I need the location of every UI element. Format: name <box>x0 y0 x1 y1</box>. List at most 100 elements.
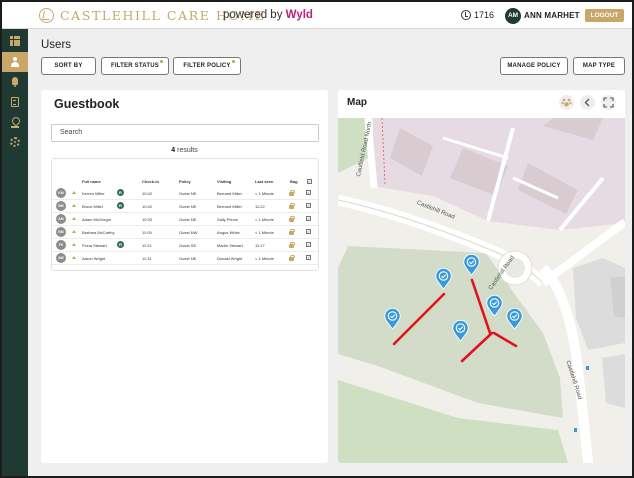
filter-status-button[interactable]: FILTER STATUS <box>101 57 169 75</box>
map-back-button[interactable] <box>580 95 595 110</box>
map-type-button[interactable]: MAP TYPE <box>573 57 625 75</box>
table-row[interactable]: KM Kerren Miller R 10:42 Guest NE Bernard Mil… <box>52 187 318 200</box>
visiting: Donald Wright <box>217 256 243 261</box>
column-header-bag[interactable]: Bag <box>290 179 298 184</box>
check-in-time: 10:42 <box>142 191 153 196</box>
table-row[interactable]: FS Fiona Stewart R 11:21 Guest SE Martin Stew… <box>52 239 318 252</box>
policy: Guest NW <box>179 230 198 235</box>
column-header-policy[interactable]: Policy <box>179 179 191 184</box>
guest-location-pin-icon[interactable] <box>452 319 469 342</box>
powered-by: powered by Wyld <box>223 9 313 21</box>
sidebar-item-users[interactable] <box>2 52 28 72</box>
sidebar-item-alerts[interactable] <box>2 72 28 92</box>
last-seen: 11:22 <box>255 204 265 209</box>
visiting: Bernard Miller <box>217 204 242 209</box>
visiting: Sally Pierce <box>217 217 239 222</box>
last-seen: 11:17 <box>255 243 265 248</box>
column-header-check-in[interactable]: Check-in <box>142 179 159 184</box>
guest-avatar: BM <box>56 227 66 237</box>
bag-icon <box>289 190 295 196</box>
manage-policy-button[interactable]: MANAGE POLICY <box>500 57 568 75</box>
logout-button[interactable]: LOGOUT <box>585 9 624 22</box>
visiting: Bernard Miller <box>217 191 242 196</box>
results-count: 4 results <box>41 147 328 154</box>
clock-icon <box>461 10 471 20</box>
filter-policy-button[interactable]: FILTER POLICY <box>173 57 241 75</box>
sidebar-nav <box>2 29 28 476</box>
paw-icon <box>561 98 572 107</box>
select-all-checkbox[interactable]: ✓ <box>307 179 312 184</box>
filter-status-label: FILTER STATUS <box>111 63 159 69</box>
table-row[interactable]: AM Adam McGregor 10:33 Guest NE Sally Pierce… <box>52 213 318 226</box>
checked-in-arrow-icon <box>72 256 76 260</box>
guest-avatar: BM <box>56 201 66 211</box>
guestbook-panel: Guestbook Search 4 results Full name Che… <box>41 90 328 463</box>
guest-location-pin-icon[interactable] <box>384 307 401 330</box>
column-header-visiting[interactable]: Visiting <box>217 179 231 184</box>
policy: Guest NE <box>179 217 197 222</box>
guest-name: Kerren Miller <box>82 191 105 196</box>
policy: Guest SE <box>179 243 197 248</box>
pets-filter-button[interactable] <box>559 95 574 110</box>
map-fullscreen-button[interactable] <box>601 95 616 110</box>
guest-avatar: FS <box>56 240 66 250</box>
sidebar-item-dashboard[interactable] <box>2 31 28 51</box>
row-checkbox[interactable]: ✓ <box>306 242 311 247</box>
policy: Guest NE <box>179 256 197 261</box>
page-title: Users <box>41 39 72 51</box>
row-checkbox[interactable]: ✓ <box>306 216 311 221</box>
check-in-time: 11:05 <box>142 230 152 235</box>
user-avatar[interactable]: AM <box>505 8 521 24</box>
wyld-brand: Wyld <box>285 9 313 21</box>
check-in-time: 10:42 <box>142 204 153 209</box>
table-row[interactable]: BM Bruce Miller R 10:42 Guest NE Bernard Mill… <box>52 200 318 213</box>
sidebar-item-reports[interactable] <box>2 92 28 112</box>
column-header-full-name[interactable]: Full name <box>82 179 101 184</box>
search-input[interactable]: Search <box>51 124 319 142</box>
top-header: CASTLEHILL CARE HOME powered by Wyld 171… <box>2 2 632 29</box>
check-in-time: 11:31 <box>142 256 152 261</box>
filter-active-dot-icon <box>160 60 163 63</box>
document-icon <box>11 97 19 107</box>
user-name[interactable]: ANN MARHET <box>524 11 580 20</box>
results-number: 4 <box>171 147 176 154</box>
guest-avatar: AW <box>56 253 66 263</box>
bag-icon <box>289 216 295 222</box>
user-icon <box>10 57 20 67</box>
guest-name: Fiona Stewart <box>82 243 107 248</box>
location-pin-icon <box>10 117 20 128</box>
guest-name: Barbara McCarthy <box>82 230 115 235</box>
map-title: Map <box>347 97 367 108</box>
check-in-time: 11:21 <box>142 243 152 248</box>
map-panel: Map Caulfield Road North Castlehill Road… <box>338 90 625 463</box>
table-row[interactable]: AW Aaron Wright 11:31 Guest NE Donald Wright… <box>52 252 318 265</box>
guest-location-pin-icon[interactable] <box>486 294 503 317</box>
bag-icon <box>289 255 295 261</box>
row-checkbox[interactable]: ✓ <box>306 255 311 260</box>
expand-icon <box>603 97 614 108</box>
column-header-last-seen[interactable]: Last seen <box>255 179 273 184</box>
guest-location-pin-icon[interactable] <box>463 253 480 276</box>
map-canvas[interactable]: Caulfield Road North Castlehill Road Cas… <box>338 118 625 463</box>
guest-name: Adam McGregor <box>82 217 112 222</box>
row-checkbox[interactable]: ✓ <box>306 190 311 195</box>
row-checkbox[interactable]: ✓ <box>306 229 311 234</box>
guest-avatar: AM <box>56 214 66 224</box>
checked-in-arrow-icon <box>72 230 76 234</box>
clock-value: 1716 <box>474 10 495 20</box>
bag-icon <box>289 229 295 235</box>
guest-location-pin-icon[interactable] <box>435 267 452 290</box>
last-seen: < 1 Minute <box>255 191 274 196</box>
bag-icon <box>289 242 295 248</box>
bell-icon <box>10 77 20 87</box>
powered-by-prefix: powered by <box>223 9 283 21</box>
row-checkbox[interactable]: ✓ <box>306 203 311 208</box>
sidebar-item-locations[interactable] <box>2 112 28 132</box>
chevron-left-icon <box>584 98 590 107</box>
guestbook-table: Full name Check-in Policy Visiting Last … <box>51 158 319 271</box>
sort-by-button[interactable]: SORT BY <box>41 57 96 75</box>
sidebar-item-settings[interactable] <box>2 132 28 152</box>
guest-location-pin-icon[interactable] <box>506 307 523 330</box>
visiting: Angus White <box>217 230 240 235</box>
table-row[interactable]: BM Barbara McCarthy 11:05 Guest NW Angus Whi… <box>52 226 318 239</box>
